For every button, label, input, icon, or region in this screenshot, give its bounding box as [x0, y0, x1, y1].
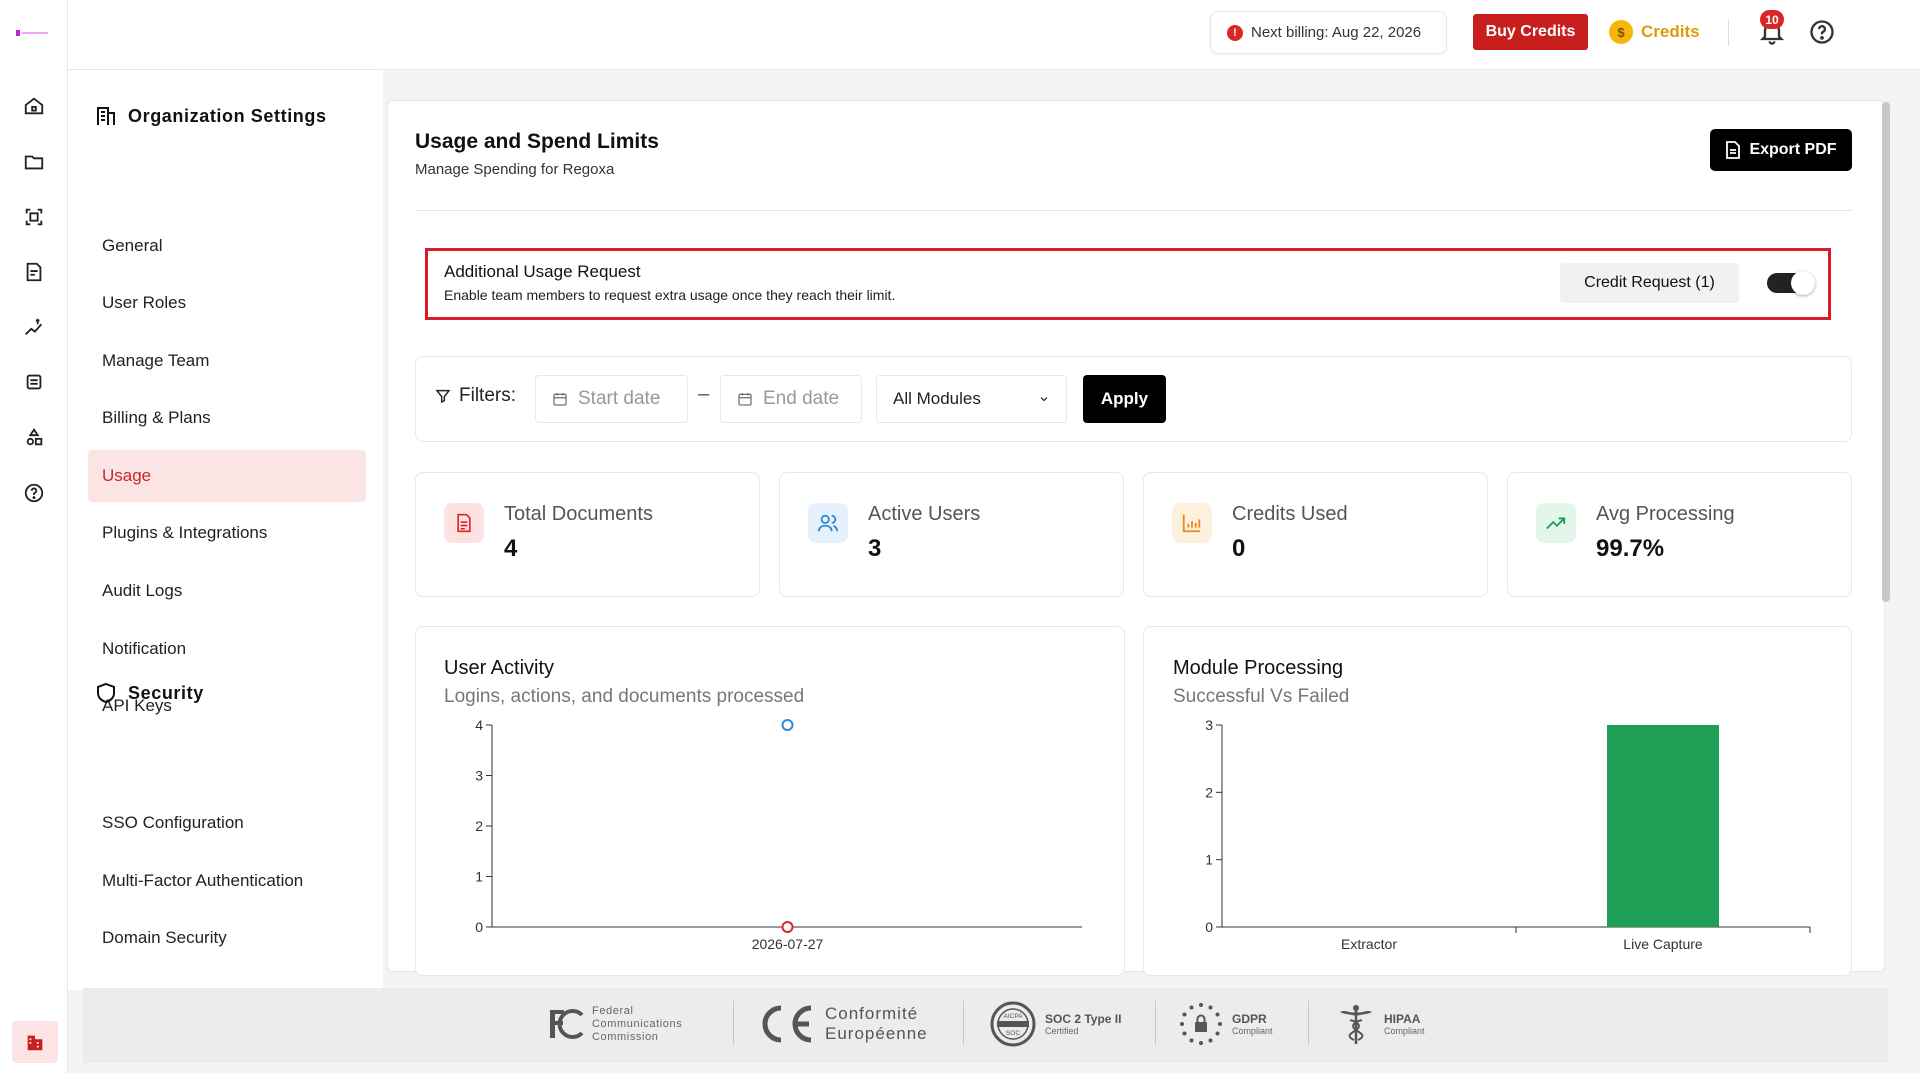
x-tick-label: Extractor: [1341, 936, 1397, 952]
aicpa-text: AICPA: [1003, 1013, 1023, 1020]
gdpr-stars-icon: [1180, 1003, 1222, 1045]
footer-divider: [733, 1001, 734, 1045]
module-processing-chart: 0 1 2 3 Extractor Live Capture: [1205, 717, 1811, 952]
compliance-footer: [83, 988, 1888, 1063]
bar-live-capture: [1607, 725, 1719, 927]
y-tick-label: 0: [1205, 919, 1213, 935]
soc2-badge: AICPA SOC SOC 2 Type II Certified: [989, 1000, 1121, 1048]
hipaa-badge: HIPAA Compliant: [1336, 1000, 1425, 1048]
ce-line-2: Européenne: [825, 1024, 928, 1043]
hipaa-sub: Compliant: [1384, 1025, 1425, 1036]
fcc-line-2: Communications: [592, 1017, 683, 1030]
aicpa-soc-logo-icon: AICPA SOC: [990, 1001, 1036, 1047]
fcc-badge: Federal Communications Commission: [548, 1000, 682, 1048]
x-tick-label: Live Capture: [1623, 936, 1703, 952]
caduceus-icon: [1340, 1005, 1372, 1044]
y-tick-label: 3: [1205, 717, 1213, 733]
fcc-line-1: Federal: [592, 1004, 634, 1017]
footer-divider: [1155, 1001, 1156, 1045]
gdpr-sub: Compliant: [1232, 1025, 1273, 1036]
ce-logo-icon: [762, 1005, 812, 1043]
soc-text: SOC: [1006, 1030, 1020, 1037]
footer-divider: [963, 1001, 964, 1045]
hipaa-title: HIPAA: [1384, 1011, 1421, 1026]
soc2-sub: Certified: [1045, 1025, 1079, 1036]
fcc-logo-icon: [550, 1009, 584, 1039]
y-tick-label: 2: [1205, 784, 1213, 800]
gdpr-title: GDPR: [1232, 1011, 1267, 1026]
y-tick-label: 1: [1205, 852, 1213, 868]
soc2-title: SOC 2 Type II: [1045, 1011, 1122, 1026]
gdpr-badge: GDPR Compliant: [1178, 1000, 1273, 1048]
ce-badge: Conformité Européenne: [757, 1000, 928, 1048]
ce-line-1: Conformité: [825, 1004, 919, 1023]
fcc-line-3: Commission: [592, 1030, 659, 1043]
footer-divider: [1308, 1001, 1309, 1045]
